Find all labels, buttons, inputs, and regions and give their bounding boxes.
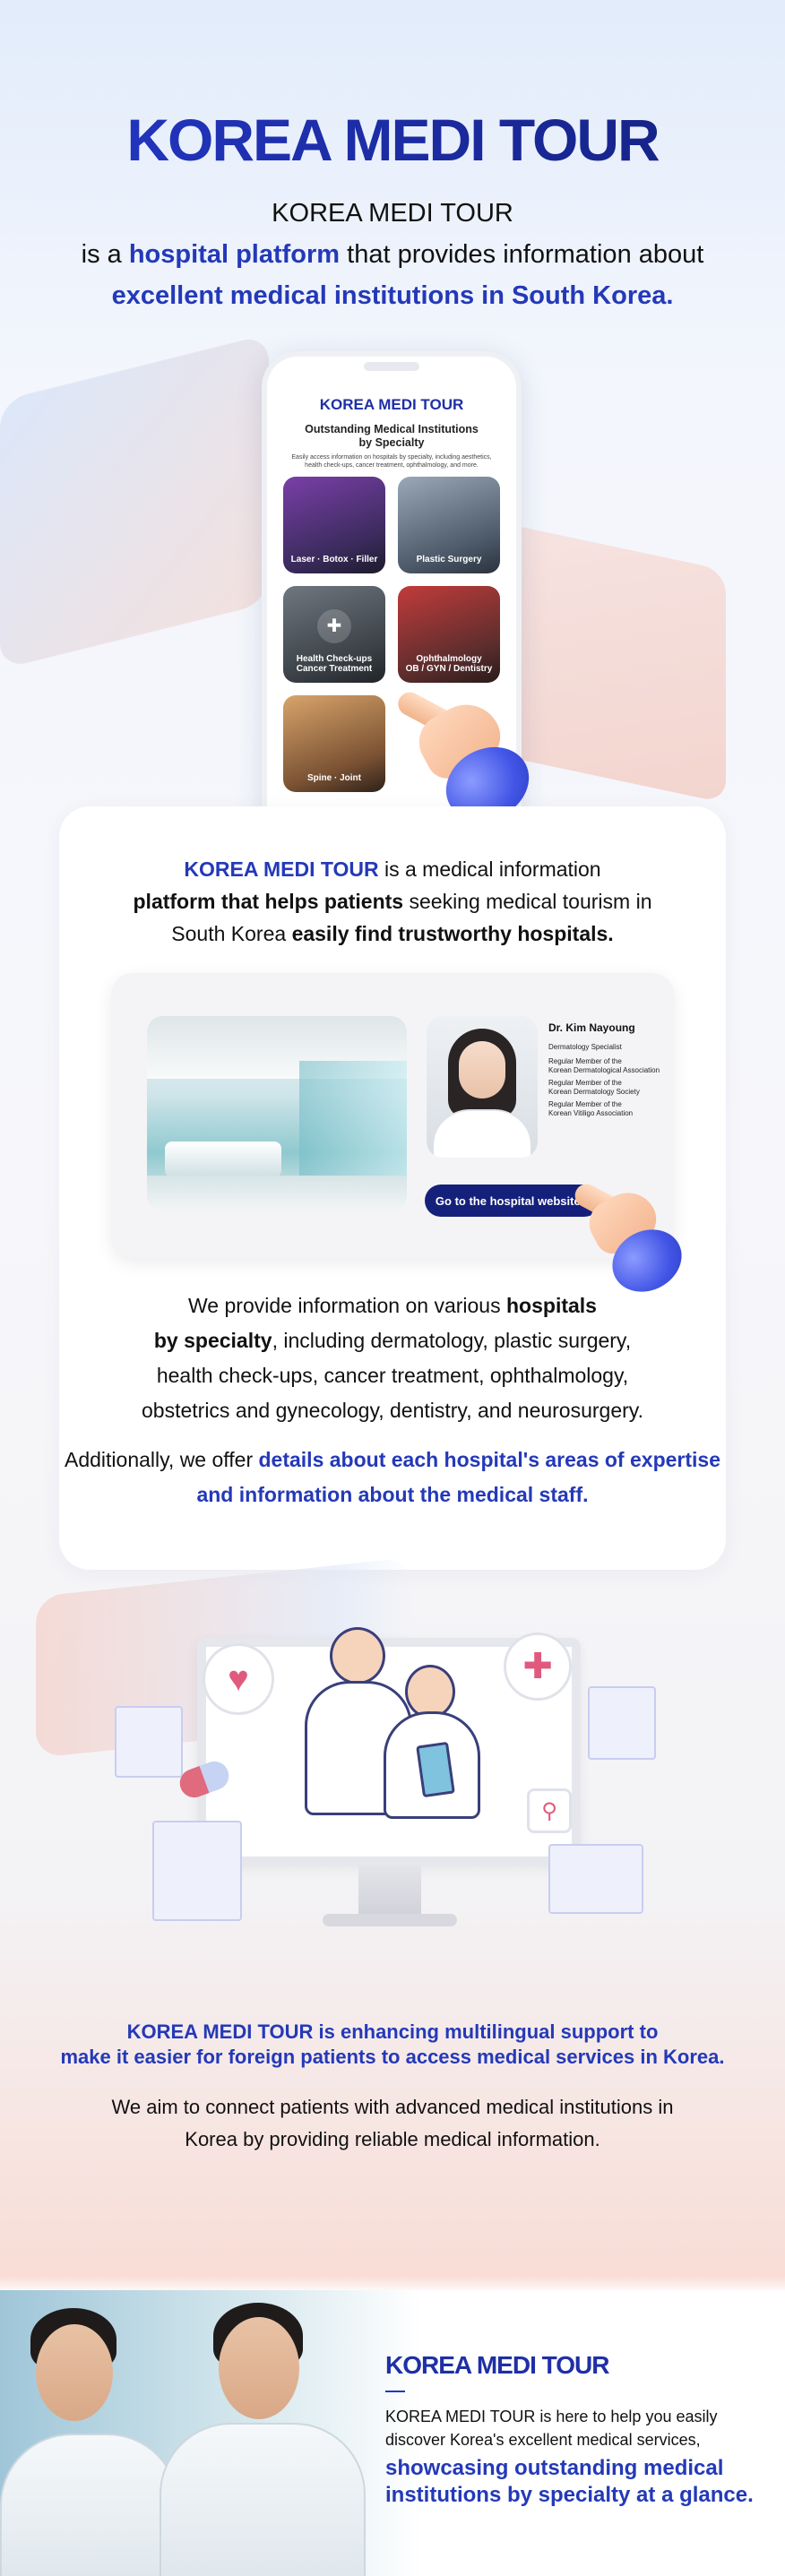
hero-brand-title: KOREA MEDI TOUR bbox=[0, 106, 785, 174]
doctor-membership-1: Regular Member of the Korean Dermatologi… bbox=[548, 1057, 674, 1075]
card-intro-bold: platform that helps patients bbox=[133, 890, 404, 913]
specialty-tile-label: Laser · Botox · Filler bbox=[290, 555, 378, 564]
card-intro-bold-2: easily find trustworthy hospitals. bbox=[291, 922, 614, 945]
info-card: KOREA MEDI TOUR is a medical information… bbox=[59, 806, 726, 1570]
banner-brand: KOREA MEDI TOUR bbox=[385, 2351, 609, 2379]
tile-label-line-2: Cancer Treatment bbox=[296, 664, 373, 674]
mission-line-1: We aim to connect patients with advanced… bbox=[111, 2096, 674, 2118]
p2-b: , including dermatology, plastic surgery… bbox=[272, 1329, 632, 1352]
p3-highlight-2: and information about the medical staff. bbox=[196, 1483, 589, 1506]
specialty-tile-label: Health Check-ups Cancer Treatment bbox=[297, 654, 372, 674]
p2-d: obstetrics and gynecology, dentistry, an… bbox=[142, 1399, 643, 1422]
banner-doctor-1-face bbox=[36, 2324, 113, 2421]
phone-notch bbox=[364, 362, 419, 371]
specialty-tile-laser[interactable]: Laser · Botox · Filler bbox=[283, 477, 385, 573]
card-intro-brand: KOREA MEDI TOUR bbox=[184, 857, 379, 881]
banner-description-line-2: discover Korea's excellent medical servi… bbox=[385, 2431, 701, 2449]
patient-card-bottom-right bbox=[548, 1844, 643, 1914]
phone-title-line-2: by Specialty bbox=[358, 436, 425, 449]
card-intro-b: seeking medical tourism in bbox=[403, 890, 652, 913]
multilingual-title-line-2: make it easier for foreign patients to a… bbox=[60, 2046, 725, 2068]
banner-divider bbox=[385, 2391, 405, 2392]
banner-highlight: showcasing outstanding medical instituti… bbox=[385, 2455, 780, 2509]
hero-line-2: is a hospital platform that provides inf… bbox=[0, 240, 785, 270]
specialty-tile-label: Spine · Joint bbox=[307, 773, 361, 783]
membership-line: Korean Dermatological Association bbox=[548, 1066, 660, 1074]
hospital-lobby-image bbox=[147, 1016, 407, 1211]
card-intro-a: is a medical information bbox=[378, 857, 601, 881]
p2-c: health check-ups, cancer treatment, opht… bbox=[156, 1364, 629, 1387]
heart-monitor-icon: ♥ bbox=[203, 1643, 274, 1715]
doctor-name: Dr. Kim Nayoung bbox=[548, 1021, 635, 1034]
banner-doctor-2-body bbox=[160, 2423, 366, 2576]
card-intro: KOREA MEDI TOUR is a medical information… bbox=[59, 853, 726, 950]
phone-description: Easily access information on hospitals b… bbox=[291, 454, 492, 469]
tile-label-line-2: OB / GYN / Dentistry bbox=[405, 664, 493, 674]
membership-line: Regular Member of the bbox=[548, 1057, 622, 1065]
elderly-patient-card bbox=[152, 1821, 242, 1921]
monitor-stand bbox=[358, 1865, 421, 1919]
doctor-specialty: Dermatology Specialist bbox=[548, 1043, 622, 1051]
p2-bold-1: hospitals bbox=[506, 1294, 597, 1317]
banner-highlight-line-2: institutions by specialty at a glance. bbox=[385, 2483, 754, 2507]
hero-line-2-prefix: is a bbox=[81, 240, 129, 269]
hero-highlight: hospital platform bbox=[128, 240, 341, 269]
phone-title: Outstanding Medical Institutions by Spec… bbox=[267, 423, 516, 450]
p3-highlight-1: details about each hospital's areas of e… bbox=[258, 1448, 721, 1471]
banner-description: KOREA MEDI TOUR is here to help you easi… bbox=[385, 2405, 771, 2451]
magnifier-icon: ⚲ bbox=[527, 1788, 572, 1833]
membership-line: Regular Member of the bbox=[548, 1100, 622, 1108]
female-doctor-head bbox=[405, 1665, 455, 1719]
banner-highlight-line-1: showcasing outstanding medical bbox=[385, 2456, 724, 2480]
medical-cross-icon: ✚ bbox=[504, 1633, 572, 1701]
membership-line: Korean Vitiligo Association bbox=[548, 1109, 634, 1117]
card-intro-c: South Korea bbox=[171, 922, 292, 945]
tile-label-line-1: Ophthalmology bbox=[416, 654, 482, 664]
banner-doctor-2-face bbox=[219, 2317, 299, 2419]
mission-line-2: Korea by providing reliable medical info… bbox=[185, 2128, 600, 2150]
telemedicine-illustration: ♥ ✚ ⚲ bbox=[0, 1613, 785, 1971]
doctor-membership-2: Regular Member of the Korean Dermatology… bbox=[548, 1079, 674, 1097]
banner-doctor-1-body bbox=[0, 2434, 179, 2576]
phone-title-line-1: Outstanding Medical Institutions bbox=[305, 423, 479, 435]
hospital-website-label: Go to the hospital website bbox=[435, 1193, 581, 1208]
tile-label-line-1: Health Check-ups bbox=[296, 654, 373, 664]
footer-banner: KOREA MEDI TOUR KOREA MEDI TOUR is here … bbox=[0, 2290, 785, 2576]
monitor-base bbox=[323, 1914, 457, 1926]
decorative-ribbon-left bbox=[0, 333, 269, 670]
shield-cross-icon: ✚ bbox=[317, 609, 351, 643]
doctor-membership-3: Regular Member of the Korean Vitiligo As… bbox=[548, 1100, 674, 1118]
banner-description-line-1: KOREA MEDI TOUR is here to help you easi… bbox=[385, 2408, 718, 2425]
patient-card-left bbox=[115, 1706, 183, 1778]
card-specialties-paragraph: We provide information on various hospit… bbox=[59, 1288, 726, 1428]
membership-line: Korean Dermatology Society bbox=[548, 1088, 640, 1096]
patient-card-right bbox=[588, 1686, 656, 1760]
hero-line-1: KOREA MEDI TOUR bbox=[272, 199, 513, 228]
specialty-tile-label: Plastic Surgery bbox=[416, 555, 482, 564]
phone-brand: KOREA MEDI TOUR bbox=[319, 396, 464, 413]
specialty-tile-plastic-surgery[interactable]: Plastic Surgery bbox=[398, 477, 500, 573]
specialty-tile-health-checkups[interactable]: ✚ Health Check-ups Cancer Treatment bbox=[283, 586, 385, 683]
hero-line-3: excellent medical institutions in South … bbox=[111, 281, 674, 310]
multilingual-title-line-1: KOREA MEDI TOUR is enhancing multilingua… bbox=[126, 2020, 659, 2043]
card-details-paragraph: Additionally, we offer details about eac… bbox=[59, 1443, 726, 1512]
p2-bold-2: by specialty bbox=[153, 1329, 272, 1352]
male-doctor-head bbox=[330, 1627, 385, 1684]
specialty-tile-label: Ophthalmology OB / GYN / Dentistry bbox=[406, 654, 493, 674]
hero-line-2-suffix: that provides information about bbox=[340, 240, 704, 269]
membership-line: Regular Member of the bbox=[548, 1079, 622, 1087]
p3-a: Additionally, we offer bbox=[65, 1448, 259, 1471]
specialty-tile-spine-joint[interactable]: Spine · Joint bbox=[283, 695, 385, 792]
p2-a: We provide information on various bbox=[188, 1294, 506, 1317]
doctor-photo bbox=[427, 1016, 538, 1158]
specialty-tile-ophthalmology[interactable]: Ophthalmology OB / GYN / Dentistry bbox=[398, 586, 500, 683]
